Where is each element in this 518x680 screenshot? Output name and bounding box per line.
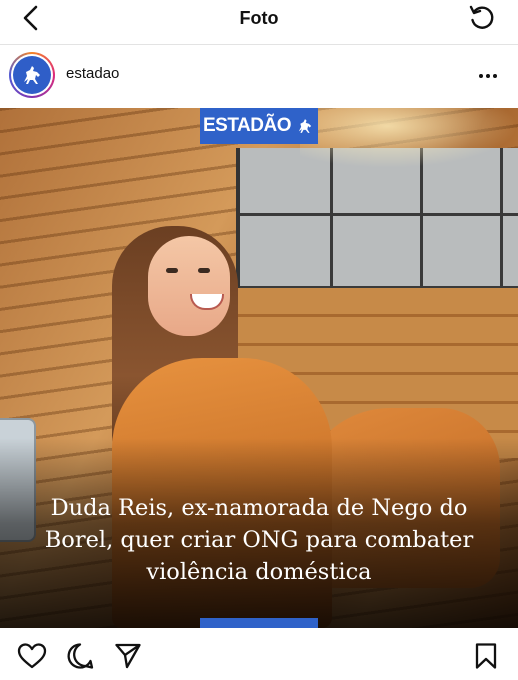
- more-horizontal-icon: [479, 74, 483, 78]
- refresh-button[interactable]: [466, 2, 498, 34]
- more-options-button[interactable]: [472, 62, 504, 90]
- post-header: estadao: [0, 48, 518, 104]
- page-title: Foto: [239, 8, 279, 28]
- save-button[interactable]: [470, 640, 502, 672]
- refresh-icon: [469, 5, 494, 29]
- post-headline: Duda Reis, ex-namorada de Nego do Borel,…: [44, 495, 474, 585]
- share-button[interactable]: [112, 640, 144, 672]
- heart-icon: [17, 643, 47, 669]
- send-icon: [115, 643, 141, 669]
- horse-rider-logo-icon: [24, 66, 40, 84]
- username-link[interactable]: estadao: [66, 65, 119, 82]
- like-button[interactable]: [16, 640, 48, 672]
- brand-logo-text: ESTADÃO: [203, 115, 291, 136]
- brand-accent-bar: [200, 618, 318, 628]
- brand-logo-badge: ESTADÃO: [200, 108, 318, 144]
- comment-button[interactable]: [64, 640, 96, 672]
- bookmark-icon: [475, 643, 497, 669]
- horse-rider-logo-icon: [298, 119, 312, 133]
- top-nav-bar: Foto: [0, 0, 518, 40]
- post-action-bar: [0, 632, 518, 680]
- header-divider: [0, 44, 518, 45]
- background-window: [236, 148, 518, 288]
- avatar[interactable]: [9, 52, 55, 98]
- post-image[interactable]: ESTADÃO Duda Reis, ex-namorada de Nego d…: [0, 108, 518, 628]
- comment-icon: [67, 643, 94, 669]
